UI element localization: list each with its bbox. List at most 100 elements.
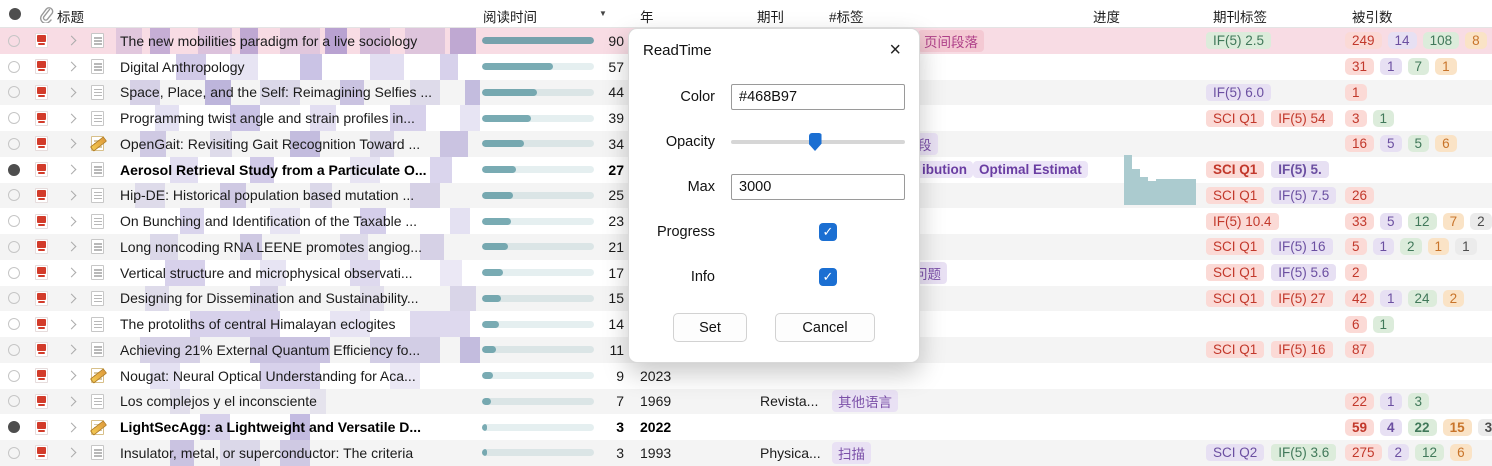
circle-icon[interactable] — [9, 8, 21, 20]
progress-checkbox[interactable]: ✓ — [819, 223, 837, 241]
citations-cell: 87 — [1340, 337, 1492, 363]
read-status-circle-icon[interactable] — [8, 112, 20, 124]
column-header-progress[interactable]: 进度 — [1093, 6, 1120, 26]
journal-tag-badge: IF(5) 10.4 — [1206, 213, 1279, 230]
chevron-right-icon[interactable] — [67, 139, 77, 149]
year-value: 1969 — [626, 389, 757, 415]
chevron-right-icon[interactable] — [67, 448, 77, 458]
table-row[interactable]: Insulator, metal, or superconductor: The… — [0, 440, 1492, 466]
journal-tag-badge: SCI Q1 — [1206, 161, 1264, 178]
read-status-circle-icon[interactable] — [8, 61, 20, 73]
citation-count-badge: 7 — [1408, 58, 1430, 75]
read-status-circle-icon[interactable] — [8, 344, 20, 356]
chevron-right-icon[interactable] — [67, 293, 77, 303]
item-title: The protoliths of central Himalayan eclo… — [120, 316, 395, 332]
journal-tag-badge: IF(5) 5. — [1271, 161, 1329, 178]
close-icon[interactable]: × — [885, 41, 905, 59]
journal-value — [757, 414, 828, 440]
read-time-bar — [480, 363, 598, 389]
read-status-circle-icon[interactable] — [8, 318, 20, 330]
chevron-right-icon[interactable] — [67, 371, 77, 381]
read-status-circle-icon[interactable] — [8, 267, 20, 279]
chevron-right-icon[interactable] — [67, 113, 77, 123]
info-checkbox[interactable]: ✓ — [819, 268, 837, 286]
chevron-right-icon[interactable] — [67, 216, 77, 226]
reading-heat-segment — [450, 208, 470, 234]
read-status-circle-icon[interactable] — [8, 138, 20, 150]
table-row[interactable]: Los complejos y el inconsciente 7 1969 R… — [0, 389, 1492, 415]
table-row[interactable]: LightSecAgg: a Lightweight and Versatile… — [0, 414, 1492, 440]
read-status-circle-icon[interactable] — [8, 395, 20, 407]
journal-tags-cell — [1200, 389, 1340, 415]
column-header-read-time[interactable]: 阅读时间 — [483, 6, 537, 26]
cancel-button[interactable]: Cancel — [775, 313, 875, 342]
journal-tags-cell — [1200, 54, 1340, 80]
citations-cell: 26 — [1340, 183, 1492, 209]
read-status-circle-icon[interactable] — [8, 241, 20, 253]
sort-descending-icon[interactable]: ▼ — [599, 9, 607, 18]
citation-count-badge: 2 — [1443, 290, 1465, 307]
max-label: Max — [643, 179, 715, 195]
progress-cell — [1075, 389, 1200, 415]
read-status-circle-icon[interactable] — [8, 86, 20, 98]
read-time-bar — [480, 389, 598, 415]
citation-count-badge: 26 — [1345, 187, 1374, 204]
item-title: Long noncoding RNA LEENE promotes angiog… — [120, 239, 422, 255]
chevron-right-icon[interactable] — [67, 268, 77, 278]
paperclip-icon[interactable] — [38, 5, 54, 26]
chevron-right-icon[interactable] — [67, 422, 77, 432]
color-input[interactable] — [731, 84, 905, 110]
column-header-citations[interactable]: 被引数 — [1352, 6, 1393, 26]
chevron-right-icon[interactable] — [67, 242, 77, 252]
pdf-attachment-icon — [35, 162, 48, 177]
citation-count-badge: 1 — [1455, 238, 1477, 255]
column-header-journal-tags[interactable]: 期刊标签 — [1213, 6, 1267, 26]
read-status-circle-icon[interactable] — [8, 292, 20, 304]
read-status-circle-icon[interactable] — [8, 421, 20, 433]
pdf-attachment-icon — [35, 33, 48, 48]
chevron-right-icon[interactable] — [67, 36, 77, 46]
read-status-circle-icon[interactable] — [8, 35, 20, 47]
journal-tag-badge: SCI Q1 — [1206, 238, 1264, 255]
citation-count-badge: 3 — [1478, 419, 1492, 436]
chevron-right-icon[interactable] — [67, 319, 77, 329]
citation-count-badge: 1 — [1380, 290, 1402, 307]
journal-tags-cell: SCI Q1IF(5) 16 — [1200, 234, 1340, 260]
column-header-year[interactable]: 年 — [640, 6, 654, 26]
set-button[interactable]: Set — [673, 313, 747, 342]
max-input[interactable] — [731, 174, 905, 200]
journal-tag-badge: IF(5) 16 — [1271, 341, 1332, 358]
read-time-bar — [480, 234, 598, 260]
read-status-circle-icon[interactable] — [8, 189, 20, 201]
chevron-right-icon[interactable] — [67, 396, 77, 406]
read-time-value: 11 — [598, 337, 626, 363]
column-header-journal[interactable]: 期刊 — [757, 6, 784, 26]
journal-tag-badge: SCI Q1 — [1206, 110, 1264, 127]
opacity-slider[interactable] — [731, 133, 905, 151]
chevron-right-icon[interactable] — [67, 165, 77, 175]
read-status-circle-icon[interactable] — [8, 164, 20, 176]
chevron-right-icon[interactable] — [67, 345, 77, 355]
read-status-circle-icon[interactable] — [8, 447, 20, 459]
column-header-tags[interactable]: #标签 — [829, 6, 864, 26]
table-row[interactable]: Nougat: Neural Optical Understanding for… — [0, 363, 1492, 389]
citations-cell: 2 — [1340, 260, 1492, 286]
read-status-circle-icon[interactable] — [8, 215, 20, 227]
read-time-bar — [480, 311, 598, 337]
reading-heat-segment — [430, 157, 452, 183]
journal-tag-badge: IF(5) 7.5 — [1271, 187, 1336, 204]
citation-count-badge: 5 — [1380, 135, 1402, 152]
item-title: Nougat: Neural Optical Understanding for… — [120, 368, 416, 384]
chevron-right-icon[interactable] — [67, 62, 77, 72]
journal-tags-cell: SCI Q1IF(5) 7.5 — [1200, 183, 1340, 209]
read-time-bar — [480, 260, 598, 286]
citation-count-badge: 42 — [1345, 290, 1374, 307]
read-status-circle-icon[interactable] — [8, 370, 20, 382]
chevron-right-icon[interactable] — [67, 87, 77, 97]
column-header-title[interactable]: 标题 — [57, 6, 84, 26]
item-title: Insulator, metal, or superconductor: The… — [120, 445, 413, 461]
chevron-right-icon[interactable] — [67, 190, 77, 200]
journal-tag-badge: SCI Q2 — [1206, 444, 1264, 461]
progress-cell — [1075, 363, 1200, 389]
opacity-slider-thumb[interactable] — [809, 133, 822, 151]
